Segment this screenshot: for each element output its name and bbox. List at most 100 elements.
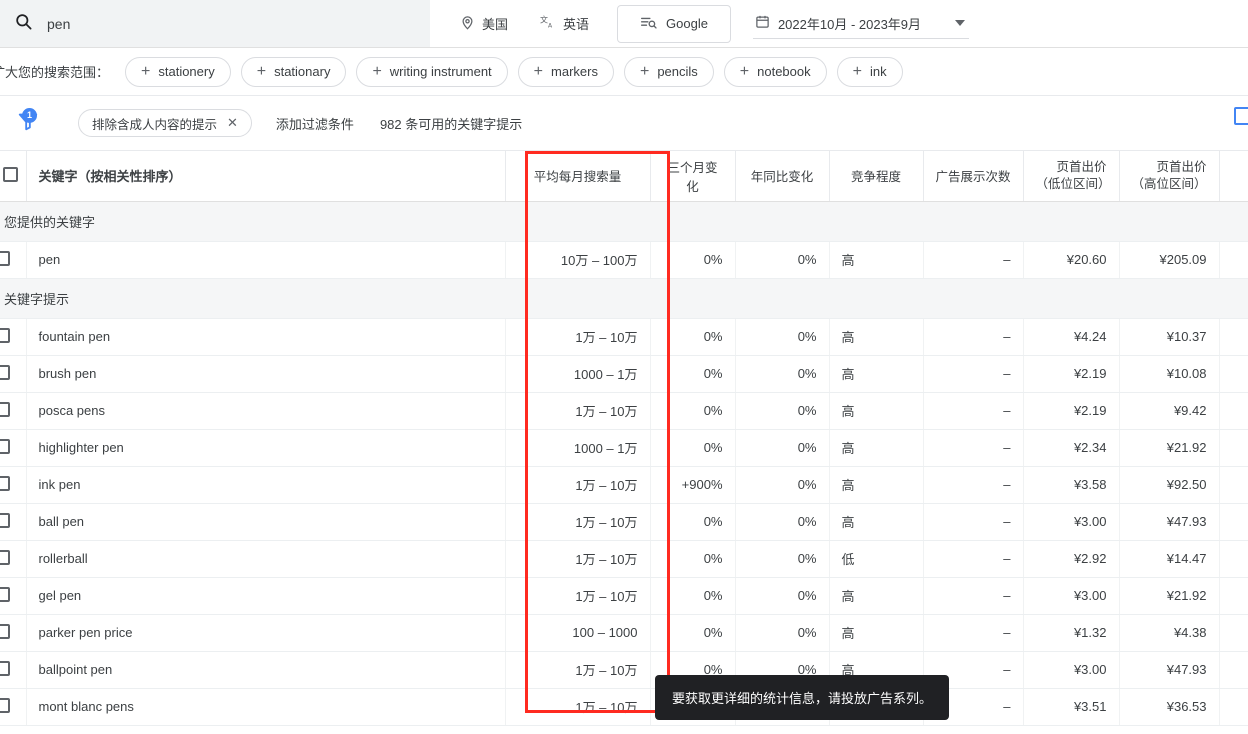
header-top-of-page-bid-low[interactable]: 页首出价 （低位区间） xyxy=(1023,151,1120,202)
cell-bid-low: ¥2.92 xyxy=(1023,540,1120,578)
header-yoy-change[interactable]: 年同比变化 xyxy=(735,151,830,202)
cell-keyword[interactable]: ink pen xyxy=(26,466,506,504)
cell-ad-impression-share: – xyxy=(923,355,1024,393)
header-ad-impression-share[interactable]: 广告展示次数 xyxy=(923,151,1024,202)
add-filter-button[interactable]: 添加过滤条件 xyxy=(276,114,354,133)
expand-chip-markers[interactable]: + markers xyxy=(517,56,614,87)
cell-three-month-change: 0% xyxy=(650,614,736,652)
chip-label: writing instrument xyxy=(389,64,492,79)
table-row[interactable]: parker pen price 100 – 1000 0% 0% 高 – ¥1.32 ¥4.… xyxy=(0,614,1248,652)
chip-label: ink xyxy=(869,64,887,79)
checkbox-unchecked-icon[interactable] xyxy=(0,586,10,602)
cell-competition: 高 xyxy=(829,241,924,279)
expand-chip-pencils[interactable]: + pencils xyxy=(623,56,714,87)
active-filter-chip[interactable]: 排除含成人内容的提示 ✕ xyxy=(78,109,252,137)
expand-chip-writing-instrument[interactable]: + writing instrument xyxy=(356,56,508,87)
cell-keyword[interactable]: ball pen xyxy=(26,503,506,541)
select-all-checkbox-cell[interactable] xyxy=(0,151,27,202)
table-row[interactable]: highlighter pen 1000 – 1万 0% 0% 高 – ¥2.34 ¥21.9… xyxy=(0,429,1248,467)
checkbox-unchecked-icon[interactable] xyxy=(0,401,10,417)
table-row[interactable]: posca pens 1万 – 10万 0% 0% 高 – ¥2.19 ¥9.42 xyxy=(0,392,1248,430)
cell-bid-high: ¥47.93 xyxy=(1119,503,1220,541)
table-row[interactable]: ink pen 1万 – 10万 +900% 0% 高 – ¥3.58 ¥92.50 xyxy=(0,466,1248,504)
cell-bid-low: ¥20.60 xyxy=(1023,241,1120,279)
cell-yoy-change: 0% xyxy=(735,466,830,504)
date-range-picker[interactable]: 2022年10月 - 2023年9月 xyxy=(752,9,970,39)
table-header-row: 关键字（按相关性排序） 平均每月搜索量 三个月变化 年同比变化 竞争程度 广告展… xyxy=(0,151,1248,202)
row-checkbox-cell[interactable] xyxy=(0,392,27,430)
svg-text:A: A xyxy=(548,22,553,29)
filter-funnel-button[interactable]: 1 xyxy=(0,107,56,137)
row-spacer xyxy=(1219,577,1248,615)
row-checkbox-cell[interactable] xyxy=(0,651,27,689)
header-avg-monthly-searches[interactable]: 平均每月搜索量 xyxy=(505,151,651,202)
cell-keyword[interactable]: fountain pen xyxy=(26,318,506,356)
cell-keyword[interactable]: gel pen xyxy=(26,577,506,615)
row-spacer xyxy=(1219,688,1248,726)
row-checkbox-cell[interactable] xyxy=(0,241,27,279)
table-row[interactable]: pen 10万 – 100万 0% 0% 高 – ¥20.60 ¥205.09 xyxy=(0,241,1248,279)
row-checkbox-cell[interactable] xyxy=(0,503,27,541)
expand-chip-notebook[interactable]: + notebook xyxy=(723,56,827,87)
expand-chip-ink[interactable]: + ink xyxy=(836,56,903,87)
table-row[interactable]: ball pen 1万 – 10万 0% 0% 高 – ¥3.00 ¥47.93 xyxy=(0,503,1248,541)
row-checkbox-cell[interactable] xyxy=(0,429,27,467)
close-icon[interactable]: ✕ xyxy=(227,115,238,131)
checkbox-unchecked-icon[interactable] xyxy=(0,438,10,454)
cell-avg-monthly-searches: 1000 – 1万 xyxy=(505,355,651,393)
header-keyword[interactable]: 关键字（按相关性排序） xyxy=(26,151,506,202)
language-selector[interactable]: 文 A 英语 xyxy=(524,7,605,41)
cell-bid-low: ¥2.19 xyxy=(1023,392,1120,430)
row-checkbox-cell[interactable] xyxy=(0,577,27,615)
checkbox-unchecked-icon[interactable] xyxy=(0,549,10,565)
checkbox-unchecked-icon[interactable] xyxy=(0,623,10,639)
columns-icon[interactable] xyxy=(1234,104,1248,138)
row-spacer xyxy=(1219,392,1248,430)
row-checkbox-cell[interactable] xyxy=(0,540,27,578)
cell-ad-impression-share: – xyxy=(923,318,1024,356)
checkbox-unchecked-icon[interactable] xyxy=(0,475,10,491)
row-checkbox-cell[interactable] xyxy=(0,318,27,356)
row-checkbox-cell[interactable] xyxy=(0,355,27,393)
checkbox-unchecked-icon[interactable] xyxy=(0,660,10,676)
table-row[interactable]: ballpoint pen 1万 – 10万 0% 0% 高 – ¥3.00 ¥47.93 xyxy=(0,651,1248,689)
cell-keyword[interactable]: parker pen price xyxy=(26,614,506,652)
header-top-of-page-bid-high[interactable]: 页首出价 （高位区间） xyxy=(1119,151,1220,202)
cell-keyword[interactable]: brush pen xyxy=(26,355,506,393)
chevron-down-icon[interactable] xyxy=(955,20,966,26)
search-input[interactable]: pen xyxy=(0,0,430,47)
checkbox-unchecked-icon[interactable] xyxy=(2,166,18,182)
expand-chip-stationery[interactable]: + stationery xyxy=(125,56,231,87)
network-selector[interactable]: Google xyxy=(617,4,731,43)
cell-keyword[interactable]: highlighter pen xyxy=(26,429,506,467)
row-checkbox-cell[interactable] xyxy=(0,614,27,652)
checkbox-unchecked-icon[interactable] xyxy=(0,250,10,266)
cell-keyword[interactable]: posca pens xyxy=(26,392,506,430)
cell-avg-monthly-searches: 1万 – 10万 xyxy=(505,392,651,430)
expand-chip-stationary[interactable]: + stationary xyxy=(240,56,347,87)
cell-bid-high: ¥14.47 xyxy=(1119,540,1220,578)
keyword-ideas-table: 关键字（按相关性排序） 平均每月搜索量 三个月变化 年同比变化 竞争程度 广告展… xyxy=(0,151,1248,726)
checkbox-unchecked-icon[interactable] xyxy=(0,697,10,713)
cell-bid-low: ¥3.00 xyxy=(1023,651,1120,689)
table-row[interactable]: rollerball 1万 – 10万 0% 0% 低 – ¥2.92 ¥14.47 xyxy=(0,540,1248,578)
checkbox-unchecked-icon[interactable] xyxy=(0,364,10,380)
cell-keyword[interactable]: rollerball xyxy=(26,540,506,578)
cell-yoy-change: 0% xyxy=(735,392,830,430)
table-row[interactable]: mont blanc pens1万 – 10万0%0%高–¥3.51¥36.53 xyxy=(0,688,1248,726)
table-row[interactable]: gel pen 1万 – 10万 0% 0% 高 – ¥3.00 ¥21.92 xyxy=(0,577,1248,615)
header-three-month-change[interactable]: 三个月变化 xyxy=(650,151,736,202)
checkbox-unchecked-icon[interactable] xyxy=(0,327,10,343)
cell-keyword[interactable]: pen xyxy=(26,241,506,279)
location-selector[interactable]: 美国 xyxy=(444,7,524,41)
cell-three-month-change: 0% xyxy=(650,577,736,615)
table-row[interactable]: fountain pen 1万 – 10万 0% 0% 高 – ¥4.24 ¥10.37 xyxy=(0,318,1248,356)
cell-keyword[interactable]: ballpoint pen xyxy=(26,651,506,689)
cell-keyword[interactable]: mont blanc pens xyxy=(26,688,506,726)
row-checkbox-cell[interactable] xyxy=(0,466,27,504)
checkbox-unchecked-icon[interactable] xyxy=(0,512,10,528)
row-checkbox-cell[interactable] xyxy=(0,688,27,726)
chip-label: markers xyxy=(551,64,598,79)
header-competition[interactable]: 竞争程度 xyxy=(829,151,924,202)
table-row[interactable]: brush pen 1000 – 1万 0% 0% 高 – ¥2.19 ¥10.08 xyxy=(0,355,1248,393)
